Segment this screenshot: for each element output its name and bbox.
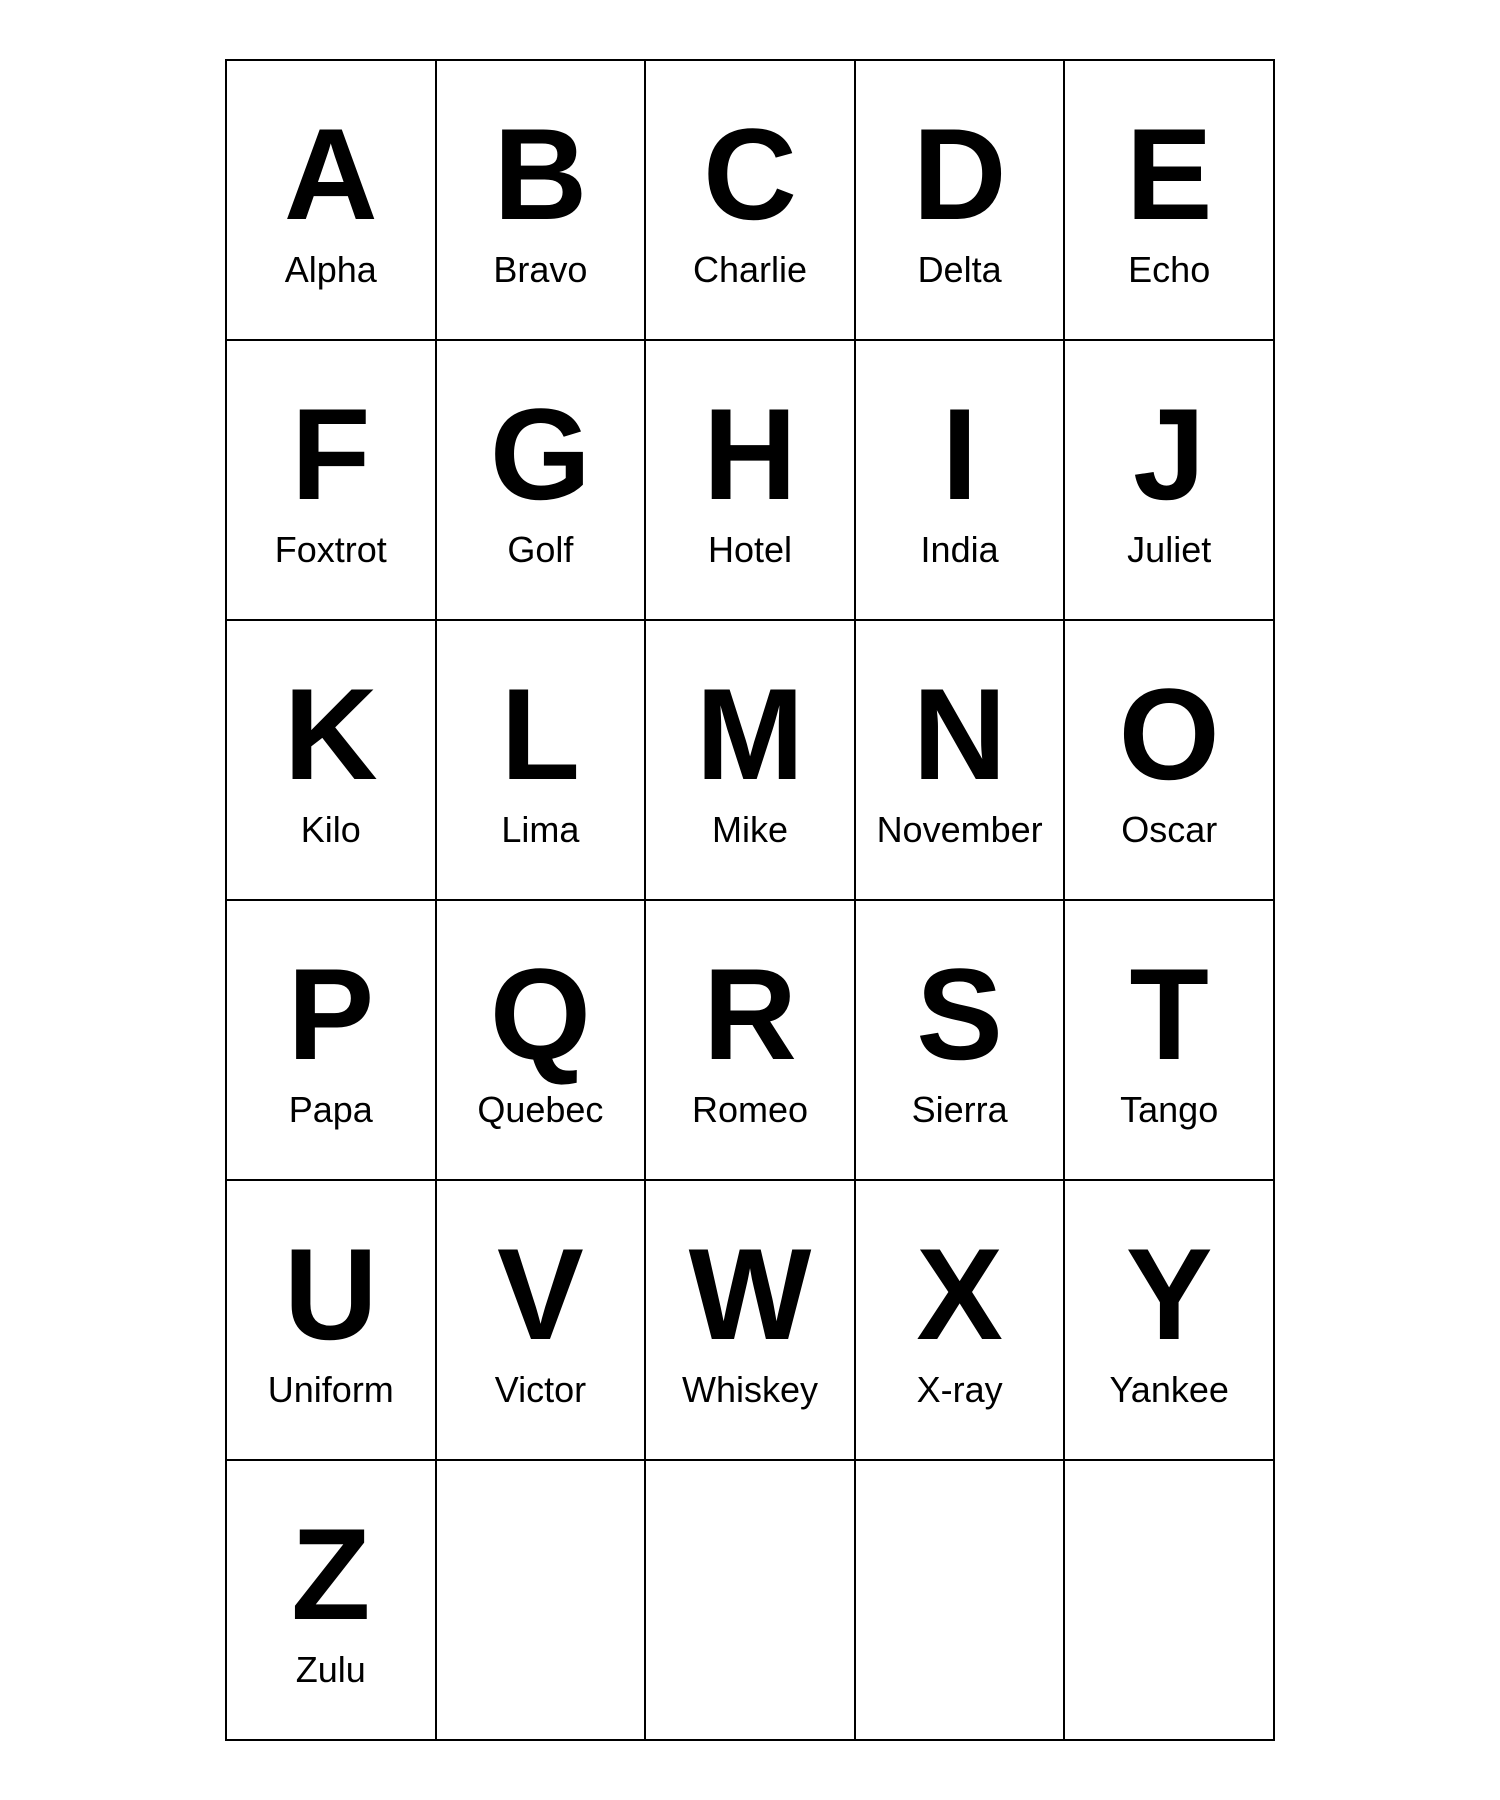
- phonetic-alphabet-grid: A Alpha B Bravo C Charlie D Delta E Echo F Foxtrot G…: [225, 59, 1275, 1741]
- cell-h: H Hotel: [646, 341, 856, 621]
- empty-cell-26: [437, 1461, 647, 1741]
- cell-p: P Papa: [227, 901, 437, 1181]
- name-s: Sierra: [912, 1089, 1008, 1131]
- name-l: Lima: [501, 809, 579, 851]
- letter-h: H: [703, 389, 797, 519]
- letter-n: N: [913, 669, 1007, 799]
- name-b: Bravo: [493, 249, 587, 291]
- cell-f: F Foxtrot: [227, 341, 437, 621]
- letter-q: Q: [490, 949, 591, 1079]
- letter-o: O: [1119, 669, 1220, 799]
- cell-w: W Whiskey: [646, 1181, 856, 1461]
- letter-s: S: [916, 949, 1003, 1079]
- name-t: Tango: [1120, 1089, 1218, 1131]
- letter-m: M: [696, 669, 804, 799]
- name-m: Mike: [712, 809, 788, 851]
- cell-n: N November: [856, 621, 1066, 901]
- letter-w: W: [689, 1229, 812, 1359]
- name-y: Yankee: [1109, 1369, 1228, 1411]
- letter-t: T: [1129, 949, 1208, 1079]
- cell-g: G Golf: [437, 341, 647, 621]
- letter-j: J: [1133, 389, 1205, 519]
- cell-y: Y Yankee: [1065, 1181, 1275, 1461]
- cell-u: U Uniform: [227, 1181, 437, 1461]
- empty-cell-27: [646, 1461, 856, 1741]
- name-d: Delta: [918, 249, 1002, 291]
- cell-s: S Sierra: [856, 901, 1066, 1181]
- letter-k: K: [284, 669, 378, 799]
- cell-v: V Victor: [437, 1181, 647, 1461]
- name-o: Oscar: [1121, 809, 1217, 851]
- empty-cell-28: [856, 1461, 1066, 1741]
- cell-a: A Alpha: [227, 61, 437, 341]
- name-c: Charlie: [693, 249, 807, 291]
- letter-r: R: [703, 949, 797, 1079]
- cell-k: K Kilo: [227, 621, 437, 901]
- name-z: Zulu: [296, 1649, 366, 1691]
- name-g: Golf: [507, 529, 573, 571]
- letter-y: Y: [1126, 1229, 1213, 1359]
- cell-l: L Lima: [437, 621, 647, 901]
- name-k: Kilo: [301, 809, 361, 851]
- name-a: Alpha: [285, 249, 377, 291]
- letter-c: C: [703, 109, 797, 239]
- name-x: X-ray: [917, 1369, 1003, 1411]
- name-u: Uniform: [268, 1369, 394, 1411]
- letter-i: I: [942, 389, 978, 519]
- cell-x: X X-ray: [856, 1181, 1066, 1461]
- cell-q: Q Quebec: [437, 901, 647, 1181]
- cell-m: M Mike: [646, 621, 856, 901]
- letter-e: E: [1126, 109, 1213, 239]
- cell-e: E Echo: [1065, 61, 1275, 341]
- cell-j: J Juliet: [1065, 341, 1275, 621]
- letter-p: P: [287, 949, 374, 1079]
- name-h: Hotel: [708, 529, 792, 571]
- name-r: Romeo: [692, 1089, 808, 1131]
- letter-d: D: [913, 109, 1007, 239]
- cell-b: B Bravo: [437, 61, 647, 341]
- name-i: India: [921, 529, 999, 571]
- cell-z: Z Zulu: [227, 1461, 437, 1741]
- cell-t: T Tango: [1065, 901, 1275, 1181]
- cell-c: C Charlie: [646, 61, 856, 341]
- name-v: Victor: [495, 1369, 586, 1411]
- name-q: Quebec: [477, 1089, 603, 1131]
- name-w: Whiskey: [682, 1369, 818, 1411]
- name-f: Foxtrot: [275, 529, 387, 571]
- letter-v: V: [497, 1229, 584, 1359]
- name-n: November: [877, 809, 1043, 851]
- cell-r: R Romeo: [646, 901, 856, 1181]
- letter-z: Z: [291, 1509, 370, 1639]
- letter-a: A: [284, 109, 378, 239]
- name-e: Echo: [1128, 249, 1210, 291]
- cell-d: D Delta: [856, 61, 1066, 341]
- letter-u: U: [284, 1229, 378, 1359]
- letter-g: G: [490, 389, 591, 519]
- name-j: Juliet: [1127, 529, 1211, 571]
- letter-x: X: [916, 1229, 1003, 1359]
- cell-o: O Oscar: [1065, 621, 1275, 901]
- letter-b: B: [493, 109, 587, 239]
- cell-i: I India: [856, 341, 1066, 621]
- letter-f: F: [291, 389, 370, 519]
- empty-cell-29: [1065, 1461, 1275, 1741]
- name-p: Papa: [289, 1089, 373, 1131]
- letter-l: L: [501, 669, 580, 799]
